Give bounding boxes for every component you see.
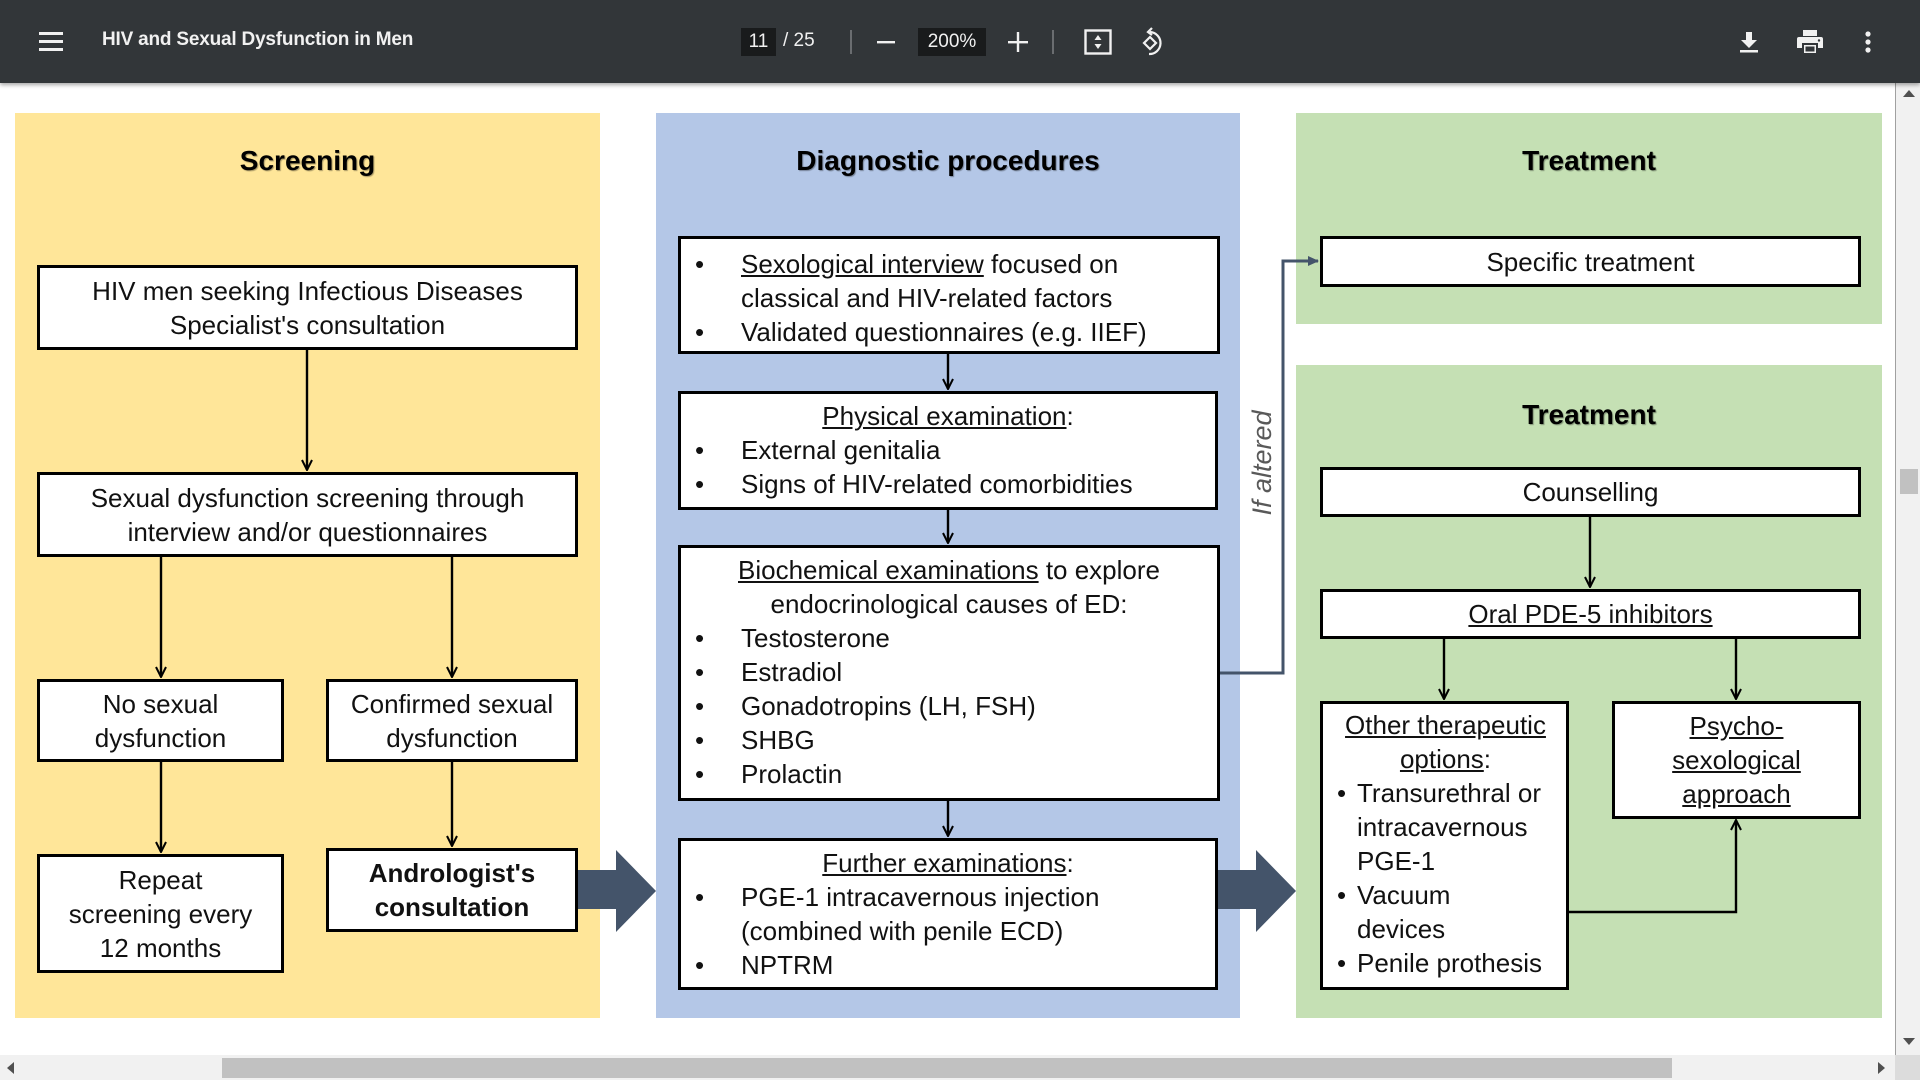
pdf-toolbar: HIV and Sexual Dysfunction in Men / 25 (0, 0, 1920, 83)
plus-icon (1008, 32, 1028, 52)
box-specific-treatment: Specific treatment (1320, 236, 1861, 287)
bullet-list: PGE-1 intracavernous injection (combined… (681, 880, 1215, 982)
if-altered-label: If altered (1247, 409, 1277, 515)
heading-text: Further examinations (822, 848, 1067, 878)
print-button[interactable] (1793, 27, 1827, 57)
box-heading: Further examinations: (681, 846, 1215, 880)
treatment-title: Treatment (1522, 399, 1656, 430)
heading-suffix: : (1066, 848, 1074, 878)
box-no-sexual-dysfunction: No sexual dysfunction (37, 679, 284, 762)
minus-icon (877, 41, 895, 44)
zoom-out-button[interactable] (872, 28, 900, 56)
zoom-in-button[interactable] (1004, 28, 1032, 56)
rotate-button[interactable] (1136, 26, 1168, 58)
download-icon (1740, 32, 1758, 53)
box-text: Oral PDE-5 inhibitors (1468, 599, 1713, 629)
scrollbar-corner (1895, 1055, 1920, 1080)
heading-suffix: : (1066, 401, 1074, 431)
box-dysfunction-screening: Sexual dysfunction screening through int… (37, 472, 578, 557)
vertical-scrollbar-thumb[interactable] (1900, 469, 1918, 494)
box-repeat-screening: Repeat screening every 12 months (37, 854, 284, 973)
bullet-list: External genitalia Signs of HIV-related … (681, 433, 1215, 501)
list-item: SHBG (681, 723, 1217, 757)
more-vert-icon (1865, 31, 1871, 53)
vertical-scrollbar[interactable] (1895, 83, 1920, 1055)
menu-icon[interactable] (39, 32, 63, 52)
fit-to-page-icon (1084, 29, 1112, 55)
page-number-input[interactable] (741, 28, 776, 56)
box-text: Confirmed sexual dysfunction (350, 688, 554, 753)
screening-title: Screening (239, 145, 376, 176)
document-title: HIV and Sexual Dysfunction in Men (102, 29, 414, 50)
list-item: Testosterone (681, 621, 1217, 655)
bullet-list: Testosterone Estradiol Gonadotropins (LH… (681, 621, 1217, 791)
bullet-list: Sexological interview focused on classic… (681, 247, 1217, 349)
horizontal-scrollbar-thumb[interactable] (222, 1058, 1672, 1078)
list-item: NPTRM (681, 948, 1155, 982)
list-item: Estradiol (681, 655, 1217, 689)
box-oral-pde5-inhibitors: Oral PDE-5 inhibitors (1320, 589, 1861, 639)
more-options-button[interactable] (1855, 27, 1881, 57)
scroll-down-arrow-icon[interactable] (1903, 1038, 1915, 1046)
list-item: PGE-1 intracavernous injection (combined… (681, 880, 1155, 948)
list-item: Transurethral or intracavernous PGE-1 (1335, 776, 1556, 878)
toolbar-divider (850, 30, 852, 54)
box-other-therapeutic-options: Other therapeutic options: Transurethral… (1320, 701, 1569, 990)
box-further-examinations: Further examinations: PGE-1 intracaverno… (678, 838, 1218, 990)
box-text: Psycho-sexological approach (1672, 711, 1801, 809)
list-item: Validated questionnaires (e.g. IIEF) (681, 315, 1217, 349)
list-item: External genitalia (681, 433, 1215, 467)
print-icon (1797, 30, 1823, 53)
box-text: Andrologist's consultation (368, 858, 536, 922)
scroll-left-arrow-icon[interactable] (6, 1062, 14, 1074)
box-text: Repeat screening every 12 months (68, 864, 253, 963)
document-viewer: Screening Diagnostic procedures Treatmen… (0, 83, 1895, 1055)
heading-text: Physical examination (822, 401, 1067, 431)
box-text: Counselling (1522, 477, 1659, 507)
list-item: Sexological interview focused on classic… (681, 247, 1217, 315)
box-heading: Biochemical examinations to explore endo… (681, 553, 1217, 621)
treatment-title: Treatment (1522, 145, 1656, 176)
box-psycho-sexological-approach: Psycho-sexological approach (1612, 701, 1861, 819)
toolbar-divider (1052, 30, 1054, 54)
list-item: Gonadotropins (LH, FSH) (681, 689, 1217, 723)
box-confirmed-sexual-dysfunction: Confirmed sexual dysfunction (326, 679, 578, 762)
download-button[interactable] (1734, 27, 1764, 57)
box-physical-examination: Physical examination: External genitalia… (678, 391, 1218, 510)
list-item: Signs of HIV-related comorbidities (681, 467, 1215, 501)
list-item: Penile prothesis (1335, 946, 1556, 980)
box-heading: Other therapeutic options: (1335, 708, 1556, 776)
box-heading: Physical examination: (681, 399, 1215, 433)
diagnostic-title: Diagnostic procedures (796, 145, 1100, 176)
underlined-term: Sexological interview (741, 249, 984, 279)
box-text: HIV men seeking Infectious Diseases Spec… (92, 275, 523, 340)
box-text: Sexual dysfunction screening through int… (90, 482, 525, 547)
scroll-right-arrow-icon[interactable] (1878, 1062, 1886, 1074)
box-text: No sexual dysfunction (94, 688, 227, 753)
box-counselling: Counselling (1320, 467, 1861, 517)
heading-suffix: : (1483, 744, 1492, 774)
heading-text: Other therapeutic options (1345, 710, 1546, 774)
box-biochemical-examinations: Biochemical examinations to explore endo… (678, 545, 1220, 801)
rotate-counterclockwise-icon (1142, 27, 1162, 56)
fit-to-page-button[interactable] (1082, 27, 1114, 57)
box-hiv-men-consultation: HIV men seeking Infectious Diseases Spec… (37, 265, 578, 350)
heading-text: Biochemical examinations (738, 555, 1039, 585)
scroll-up-arrow-icon[interactable] (1903, 89, 1915, 97)
box-text: Specific treatment (1486, 246, 1695, 277)
list-item: Prolactin (681, 757, 1217, 791)
box-andrologist-consultation: Andrologist's consultation (326, 848, 578, 932)
bullet-list: Transurethral or intracavernous PGE-1 Va… (1335, 776, 1556, 980)
list-item: Vacuum devices (1335, 878, 1556, 946)
treatment-specific-panel: Treatment (1296, 113, 1882, 324)
horizontal-scrollbar[interactable] (0, 1055, 1895, 1080)
zoom-level-input[interactable] (918, 28, 986, 56)
box-sexological-interview: Sexological interview focused on classic… (678, 236, 1220, 354)
page-total: / 25 (783, 30, 815, 51)
